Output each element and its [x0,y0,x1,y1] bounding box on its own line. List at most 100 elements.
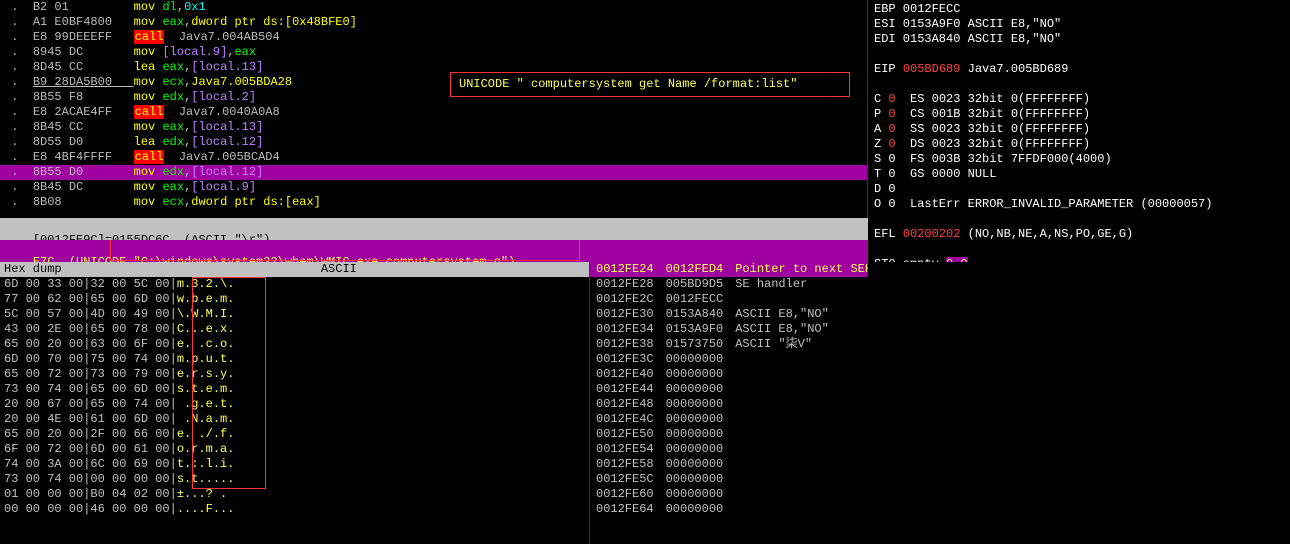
breakpoint-marker[interactable]: . [4,180,33,194]
disasm-row[interactable]: . E8 2ACAE4FF call Java7.0040A0A8 [0,105,867,120]
stack-addr: 0012FE34 [590,322,660,337]
stack-row[interactable]: 0012FE300153A840ASCII E8,"NO" [590,307,868,322]
breakpoint-marker[interactable]: . [4,195,33,209]
disasm-row[interactable]: . 8B08 mov ecx,dword ptr ds:[eax] [0,195,867,210]
hex-row[interactable]: 6D 00 33 00|32 00 5C 00|m.3.2.\. [0,277,589,292]
register-line[interactable]: S 0 FS 003B 32bit 7FFDF000(4000) [874,152,1284,167]
stack-row[interactable]: 0012FE2C0012FECC [590,292,868,307]
disasm-row[interactable]: . 8B55 D0 mov edx,[local.12] [0,165,867,180]
stack-row[interactable]: 0012FE340153A9F0ASCII E8,"NO" [590,322,868,337]
register-line[interactable] [874,242,1284,257]
hex-row[interactable]: 20 00 4E 00|61 00 6D 00| .N.a.m. [0,412,589,427]
stack-row[interactable]: 0012FE4800000000 [590,397,868,412]
disasm-row[interactable]: . 8945 DC mov [local.9],eax [0,45,867,60]
hex-row[interactable]: 01 00 00 00|B0 04 02 00|±...? . [0,487,589,502]
hex-row[interactable]: 65 00 20 00|63 00 6F 00|e. .c.o. [0,337,589,352]
stack-value: 0153A9F0 [660,322,730,337]
hex-bytes: 6D 00 33 00|32 00 5C 00| [4,277,177,291]
stack-comment [729,397,868,412]
register-line[interactable]: EFL 00200202 (NO,NB,NE,A,NS,PO,GE,G) [874,227,1284,242]
hex-row[interactable]: 6D 00 70 00|75 00 74 00|m.p.u.t. [0,352,589,367]
register-line[interactable]: EBP 0012FECC [874,2,1284,17]
stack-row[interactable]: 0012FE4000000000 [590,367,868,382]
register-line[interactable]: Z 0 DS 0023 32bit 0(FFFFFFFF) [874,137,1284,152]
stack-row[interactable]: 0012FE5400000000 [590,442,868,457]
operand: edx [162,90,184,104]
register-line[interactable] [874,212,1284,227]
hex-bytes: 01 00 00 00|B0 04 02 00| [4,487,177,501]
breakpoint-marker[interactable]: . [4,120,33,134]
disasm-row[interactable]: . E8 99DEEEFF call Java7.004AB504 [0,30,867,45]
stack-row[interactable]: 0012FE6000000000 [590,487,868,502]
hex-row[interactable]: 74 00 3A 00|6C 00 69 00|t.:.l.i. [0,457,589,472]
hex-row[interactable]: 6F 00 72 00|6D 00 61 00|o.r.m.a. [0,442,589,457]
hex-row[interactable]: 77 00 62 00|65 00 6D 00|w.b.e.m. [0,292,589,307]
stack-table: 0012FE240012FED4Pointer to next SEH reco… [590,262,868,517]
hex-row[interactable]: 73 00 74 00|00 00 00 00|s.t..... [0,472,589,487]
stack-row[interactable]: 0012FE5C00000000 [590,472,868,487]
stack-row[interactable]: 0012FE240012FED4Pointer to next SEH reco… [590,262,868,277]
breakpoint-marker[interactable]: . [4,30,33,44]
register-line[interactable]: O 0 LastErr ERROR_INVALID_PARAMETER (000… [874,197,1284,212]
stack-value: 00000000 [660,457,730,472]
breakpoint-marker[interactable]: . [4,90,33,104]
mnemonic: call [134,105,165,119]
disasm-row[interactable]: . E8 4BF4FFFF call Java7.005BCAD4 [0,150,867,165]
stack-row[interactable]: 0012FE4400000000 [590,382,868,397]
breakpoint-marker[interactable]: . [4,75,33,89]
stack-row[interactable]: 0012FE4C00000000 [590,412,868,427]
hex-row[interactable]: 00 00 00 00|46 00 00 00|....F... [0,502,589,517]
register-line[interactable]: T 0 GS 0000 NULL [874,167,1284,182]
breakpoint-marker[interactable]: . [4,150,33,164]
register-line[interactable]: EDI 0153A840 ASCII E8,"NO" [874,32,1284,47]
disasm-row[interactable]: . 8D55 D0 lea edx,[local.12] [0,135,867,150]
breakpoint-marker[interactable]: . [4,15,33,29]
hex-row[interactable]: 20 00 67 00|65 00 74 00| .g.e.t. [0,397,589,412]
stack-row[interactable]: 0012FE6400000000 [590,502,868,517]
stack-row[interactable]: 0012FE3801573750ASCII "柒V" [590,337,868,352]
hex-row[interactable]: 73 00 74 00|65 00 6D 00|s.t.e.m. [0,382,589,397]
instruction-bytes: E8 2ACAE4FF [33,105,134,119]
register-line[interactable]: P 0 CS 001B 32bit 0(FFFFFFFF) [874,107,1284,122]
hex-row[interactable]: 65 00 72 00|73 00 79 00|e.r.s.y. [0,367,589,382]
breakpoint-marker[interactable]: . [4,105,33,119]
stack-pane[interactable]: 0012FE240012FED4Pointer to next SEH reco… [590,262,868,544]
register-line[interactable]: EIP 005BD689 Java7.005BD689 [874,62,1284,77]
breakpoint-marker[interactable]: . [4,0,33,14]
hex-row[interactable]: 5C 00 57 00|4D 00 49 00|\.W.M.I. [0,307,589,322]
register-line[interactable]: A 0 SS 0023 32bit 0(FFFFFFFF) [874,122,1284,137]
disassembly-pane[interactable]: UNICODE " computersystem get Name /forma… [0,0,868,218]
register-line[interactable]: ESI 0153A9F0 ASCII E8,"NO" [874,17,1284,32]
disasm-row[interactable]: . A1 E0BF4800 mov eax,dword ptr ds:[0x48… [0,15,867,30]
hex-bytes: 20 00 67 00|65 00 74 00| [4,397,177,411]
register-line[interactable]: C 0 ES 0023 32bit 0(FFFFFFFF) [874,92,1284,107]
stack-row[interactable]: 0012FE5800000000 [590,457,868,472]
disasm-row[interactable]: . 8B45 CC mov eax,[local.13] [0,120,867,135]
status-bar: [0012FE9C]=0155DC6C, (ASCII "\r") [0,218,868,240]
register-line[interactable] [874,77,1284,92]
instruction-bytes: 8D45 CC [33,60,134,74]
register-line[interactable] [874,47,1284,62]
hex-row[interactable]: 43 00 2E 00|65 00 78 00|C...e.x. [0,322,589,337]
breakpoint-marker[interactable]: . [4,165,33,179]
stack-comment: ASCII E8,"NO" [729,322,868,337]
stack-row[interactable]: 0012FE5000000000 [590,427,868,442]
breakpoint-marker[interactable]: . [4,135,33,149]
hex-dump-pane[interactable]: Hex dump ASCII 6D 00 33 00|32 00 5C 00|m… [0,262,590,544]
ascii-bytes: ....F... [177,502,235,516]
breakpoint-marker[interactable]: . [4,60,33,74]
stack-value: 0012FED4 [660,262,730,277]
breakpoint-marker[interactable]: . [4,45,33,59]
operand: [local.2] [191,90,256,104]
disasm-row[interactable]: . 8B45 DC mov eax,[local.9] [0,180,867,195]
stack-value: 00000000 [660,427,730,442]
register-line[interactable]: D 0 [874,182,1284,197]
registers-pane[interactable]: EBP 0012FECCESI 0153A9F0 ASCII E8,"NO"ED… [868,0,1290,262]
disasm-row[interactable]: . B2 01 mov dl,0x1 [0,0,867,15]
hex-row[interactable]: 65 00 20 00|2F 00 66 00|e. ./.f. [0,427,589,442]
stack-row[interactable]: 0012FE3C00000000 [590,352,868,367]
hex-bytes: 65 00 72 00|73 00 79 00| [4,367,177,381]
stack-addr: 0012FE5C [590,472,660,487]
operand: dword ptr ds:[eax] [191,195,321,209]
stack-row[interactable]: 0012FE28005BD9D5SE handler [590,277,868,292]
